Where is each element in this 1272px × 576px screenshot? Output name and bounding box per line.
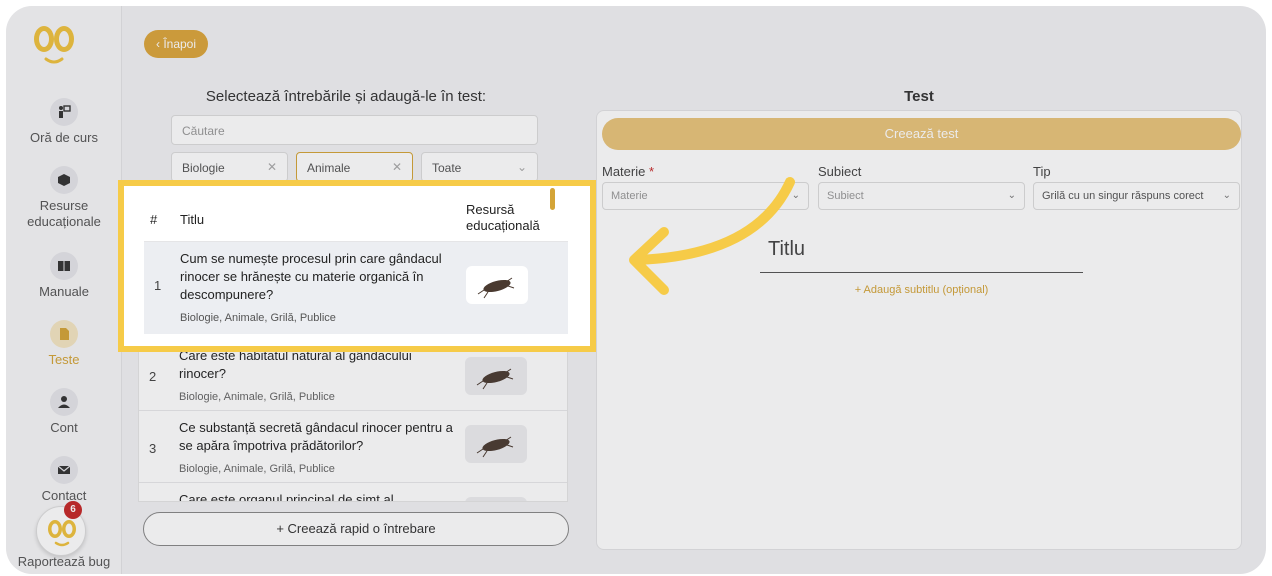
create-test-button[interactable]: Creează test — [602, 118, 1241, 150]
field-label-subiect: Subiect — [818, 164, 862, 179]
curved-arrow-icon — [629, 177, 795, 295]
filter-select-type[interactable]: Toate ⌄ — [421, 152, 538, 182]
row-tags: Biologie, Animale, Grilă, Publice — [180, 312, 336, 324]
column-header-number: # — [150, 212, 158, 227]
sidebar-item-teste[interactable]: Teste — [6, 320, 122, 367]
title-underline — [760, 272, 1083, 273]
row-number: 3 — [149, 441, 157, 456]
beetle-thumbnail[interactable] — [466, 266, 528, 304]
row-tags: Biologie, Animale, Grilă, Publice — [179, 463, 335, 475]
logo[interactable] — [31, 22, 77, 68]
report-bug-label[interactable]: Raportează bug — [6, 554, 122, 569]
column-header-title: Titlu — [180, 212, 205, 227]
search-input[interactable]: Căutare — [171, 115, 538, 145]
app-frame: Oră de curs Resurse educaționale Manuale… — [6, 6, 1266, 574]
beetle-icon — [476, 368, 514, 390]
cube-icon — [50, 166, 78, 194]
row-title: Care este habitatul natural al gândaculu… — [179, 348, 412, 381]
table-row[interactable]: 1 Cum se numește procesul prin care gând… — [144, 242, 568, 334]
table-row[interactable]: Care este organul principal de simț al — [139, 483, 567, 502]
tip-select[interactable]: Grilă cu un singur răspuns corect ⌄ — [1033, 182, 1240, 210]
filter-chip-subject[interactable]: Biologie ✕ — [171, 152, 288, 182]
test-title: Test — [904, 88, 934, 105]
select-value: Subiect — [827, 190, 864, 202]
scrollbar[interactable] — [550, 188, 555, 210]
file-icon — [50, 320, 78, 348]
row-tags: Biologie, Animale, Grilă, Publice — [179, 391, 335, 403]
close-icon[interactable]: ✕ — [267, 160, 277, 174]
beetle-icon — [477, 277, 515, 299]
close-icon[interactable]: ✕ — [392, 160, 402, 174]
quick-create-question-button[interactable]: + Creează rapid o întrebare — [143, 512, 569, 546]
beetle-thumbnail[interactable] — [465, 357, 527, 395]
chevron-down-icon: ⌄ — [516, 160, 527, 174]
chevron-down-icon: ⌄ — [1007, 190, 1016, 201]
sidebar: Oră de curs Resurse educaționale Manuale… — [6, 6, 122, 574]
row-title: Care este organul principal de simț al — [179, 492, 394, 502]
beetle-thumbnail[interactable] — [465, 425, 527, 463]
user-icon — [50, 388, 78, 416]
sidebar-item-label: Cont — [50, 420, 78, 435]
row-title: Ce substanță secretă gândacul rinocer pe… — [179, 420, 453, 453]
filter-chip-label: Biologie — [182, 161, 225, 175]
beetle-icon — [476, 436, 514, 458]
chevron-down-icon: ⌄ — [1222, 190, 1231, 201]
table-row[interactable]: 3 Ce substanță secretă gândacul rinocer … — [139, 411, 567, 483]
sidebar-item-label: Manuale — [39, 284, 89, 299]
sidebar-item-label: Teste — [48, 352, 80, 367]
subiect-select[interactable]: Subiect ⌄ — [818, 182, 1025, 210]
sidebar-item-resurse[interactable]: Resurse educaționale — [6, 166, 122, 230]
mail-icon — [50, 456, 78, 484]
table-header: # Titlu Resursă educațională — [144, 192, 568, 242]
table-row[interactable]: 2 Care este habitatul natural al gândacu… — [139, 348, 567, 411]
sidebar-item-label: Contact — [41, 488, 87, 503]
beetle-thumbnail[interactable] — [465, 497, 527, 501]
select-value: Grilă cu un singur răspuns corect — [1042, 190, 1204, 202]
row-number: 1 — [154, 278, 162, 293]
sidebar-item-manuale[interactable]: Manuale — [6, 252, 122, 299]
row-title: Cum se numește procesul prin care gândac… — [180, 251, 442, 302]
add-subtitle-link[interactable]: + Adaugă subtitlu (opțional) — [760, 284, 1083, 296]
filter-chip-topic[interactable]: Animale ✕ — [296, 152, 413, 182]
column-header-resource: Resursă educațională — [466, 202, 540, 233]
row-number: 2 — [149, 369, 157, 384]
highlighted-table: # Titlu Resursă educațională 1 Cum se nu… — [144, 192, 568, 338]
question-picker-title: Selectează întrebările și adaugă-le în t… — [205, 88, 487, 105]
sidebar-item-label: Resurse educaționale — [27, 198, 101, 229]
sidebar-item-contact[interactable]: Contact — [6, 456, 122, 503]
filter-chip-label: Toate — [432, 161, 462, 175]
sidebar-item-label: Oră de curs — [30, 130, 98, 145]
sidebar-item-ora-de-curs[interactable]: Oră de curs — [6, 98, 122, 145]
field-label-tip: Tip — [1033, 164, 1051, 179]
book-icon — [50, 252, 78, 280]
lecture-icon — [50, 98, 78, 126]
back-button[interactable]: ‹ Înapoi — [144, 30, 209, 58]
sidebar-item-cont[interactable]: Cont — [6, 388, 122, 435]
notification-badge: 6 — [64, 501, 82, 519]
highlight-box: # Titlu Resursă educațională 1 Cum se nu… — [118, 180, 596, 352]
filter-chip-label: Animale — [307, 161, 351, 175]
